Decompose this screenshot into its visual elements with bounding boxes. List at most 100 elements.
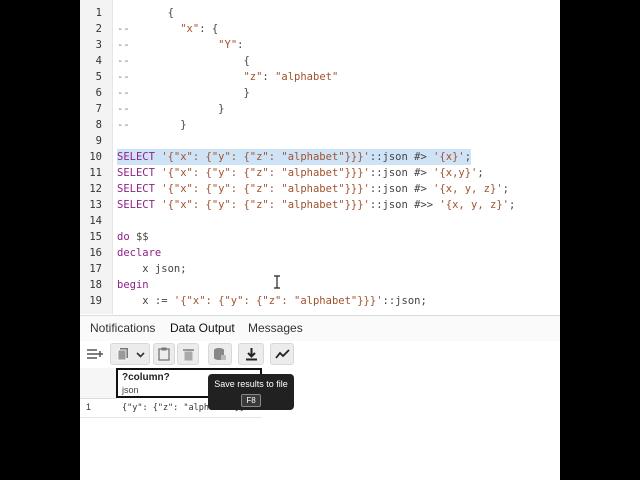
- chevron-down-icon[interactable]: [135, 350, 145, 359]
- code-line[interactable]: 6 -- }: [80, 85, 560, 101]
- code-token: {: [129, 55, 250, 67]
- code-token: "alphabet": [275, 71, 339, 83]
- code-token: '{"x": {"y": {"z": "alphabet"}}}': [161, 199, 370, 211]
- code-token: ;: [502, 183, 509, 195]
- paste-icon: [158, 347, 170, 361]
- code-token: ::json #>: [369, 167, 434, 179]
- code-text: SELECT '{"x": {"y": {"z": "alphabet"}}}'…: [117, 197, 515, 213]
- code-line[interactable]: 14: [80, 213, 560, 229]
- code-token: }: [129, 103, 225, 115]
- code-text: {: [117, 5, 174, 21]
- code-text: -- "z": "alphabet": [117, 69, 338, 85]
- code-token: ::json #>: [369, 183, 434, 195]
- text-cursor-icon: [274, 275, 280, 289]
- code-line[interactable]: 8 -- }: [80, 117, 560, 133]
- code-token: '{x,y}': [433, 167, 478, 179]
- code-token: '{x, y, z}': [433, 183, 503, 195]
- code-text: -- }: [117, 117, 187, 133]
- code-token: SELECT: [117, 151, 155, 163]
- code-token: ;: [508, 199, 516, 211]
- code-line[interactable]: 17 x json;: [80, 261, 560, 277]
- row-header-corner: [80, 368, 117, 399]
- code-token: ::json #>>: [369, 199, 440, 211]
- code-token: :: [262, 71, 276, 83]
- code-line[interactable]: 3 -- "Y":: [80, 37, 560, 53]
- code-token: SELECT: [117, 199, 155, 211]
- line-number: 4: [95, 55, 102, 67]
- code-line[interactable]: 9: [80, 133, 560, 149]
- line-number: 13: [89, 199, 102, 211]
- tab-data-output[interactable]: Data Output: [168, 316, 237, 343]
- line-number: 9: [95, 135, 102, 147]
- results-grid: ?column? json 1 {"y": {"z": "alphabet"}}: [80, 368, 560, 480]
- code-token: "z": [243, 71, 263, 83]
- code-line[interactable]: 5 -- "z": "alphabet": [80, 69, 560, 85]
- code-line[interactable]: 12 SELECT '{"x": {"y": {"z": "alphabet"}}…: [80, 181, 560, 197]
- code-line[interactable]: 19 x := '{"x": {"y": {"z": "alphabet"}}}…: [80, 293, 560, 309]
- code-line[interactable]: 11 SELECT '{"x": {"y": {"z": "alphabet"}}…: [80, 165, 560, 181]
- line-number: 5: [95, 71, 102, 83]
- code-line[interactable]: 7 -- }: [80, 101, 560, 117]
- code-text: -- }: [117, 85, 250, 101]
- line-number: 6: [95, 87, 102, 99]
- save-data-icon: [214, 348, 226, 360]
- code-token: $$: [129, 231, 149, 243]
- code-token: '{x}': [433, 151, 465, 163]
- code-line[interactable]: 4 -- {: [80, 53, 560, 69]
- code-token: SELECT: [117, 167, 155, 179]
- line-number: 7: [95, 103, 102, 115]
- download-button[interactable]: [238, 343, 264, 365]
- code-text: begin: [117, 277, 149, 293]
- code-token: : {: [199, 23, 219, 35]
- code-token: --: [117, 87, 130, 99]
- download-icon: [245, 348, 257, 361]
- code-line[interactable]: 10 SELECT '{"x": {"y": {"z": "alphabet"}}…: [80, 149, 560, 165]
- code-token: '{"x": {"y": {"z": "alphabet"}}}': [173, 295, 383, 307]
- code-text: -- "Y":: [117, 37, 243, 53]
- code-token: ::json #>: [369, 151, 434, 163]
- tab-messages[interactable]: Messages: [246, 316, 305, 341]
- code-token: '{"x": {"y": {"z": "alphabet"}}}': [161, 183, 370, 195]
- delete-button[interactable]: [177, 343, 199, 365]
- graph-visualiser-button[interactable]: [270, 343, 294, 365]
- code-text: SELECT '{"x": {"y": {"z": "alphabet"}}}'…: [117, 181, 509, 197]
- code-line[interactable]: 15 do $$: [80, 229, 560, 245]
- line-number: 19: [89, 295, 102, 307]
- line-number: 17: [89, 263, 102, 275]
- code-token: "Y": [218, 39, 238, 51]
- save-data-button[interactable]: [208, 343, 232, 365]
- line-number: 15: [89, 231, 102, 243]
- line-number: 14: [89, 215, 102, 227]
- copy-button[interactable]: [110, 343, 150, 365]
- line-number: 10: [89, 151, 102, 163]
- code-text: SELECT '{"x": {"y": {"z": "alphabet"}}}'…: [117, 165, 484, 181]
- code-token: SELECT: [117, 183, 155, 195]
- code-line[interactable]: 18 begin: [80, 277, 560, 293]
- code-token: --: [117, 39, 130, 51]
- row-number: 1: [86, 402, 92, 412]
- line-number: 1: [95, 7, 102, 19]
- code-line[interactable]: 16 declare: [80, 245, 560, 261]
- code-line[interactable]: 1 {: [80, 5, 560, 21]
- code-text: -- }: [117, 101, 224, 117]
- query-tool-panel: 1 {2 -- "x": {3 -- "Y": 4 -- {5 -- "z": "alph…: [80, 0, 560, 480]
- code-token: '{"x": {"y": {"z": "alphabet"}}}': [161, 151, 370, 163]
- line-number: 18: [89, 279, 102, 291]
- code-token: do: [117, 231, 130, 243]
- code-token: --: [117, 23, 130, 35]
- code-line[interactable]: 2 -- "x": {: [80, 21, 560, 37]
- code-token: --: [117, 119, 130, 131]
- code-line[interactable]: 13 SELECT '{"x": {"y": {"z": "alphabet"}}…: [80, 197, 560, 213]
- sql-editor[interactable]: 1 {2 -- "x": {3 -- "Y": 4 -- {5 -- "z": "alph…: [80, 0, 560, 314]
- code-token: ::json;: [382, 295, 427, 307]
- add-row-button[interactable]: [83, 343, 107, 365]
- code-token: ;: [464, 151, 472, 163]
- paste-button[interactable]: [153, 343, 175, 365]
- code-token: begin: [117, 279, 149, 291]
- line-number: 3: [95, 39, 102, 51]
- line-number: 8: [95, 119, 102, 131]
- code-token: }: [129, 87, 250, 99]
- tab-notifications[interactable]: Notifications: [88, 316, 157, 341]
